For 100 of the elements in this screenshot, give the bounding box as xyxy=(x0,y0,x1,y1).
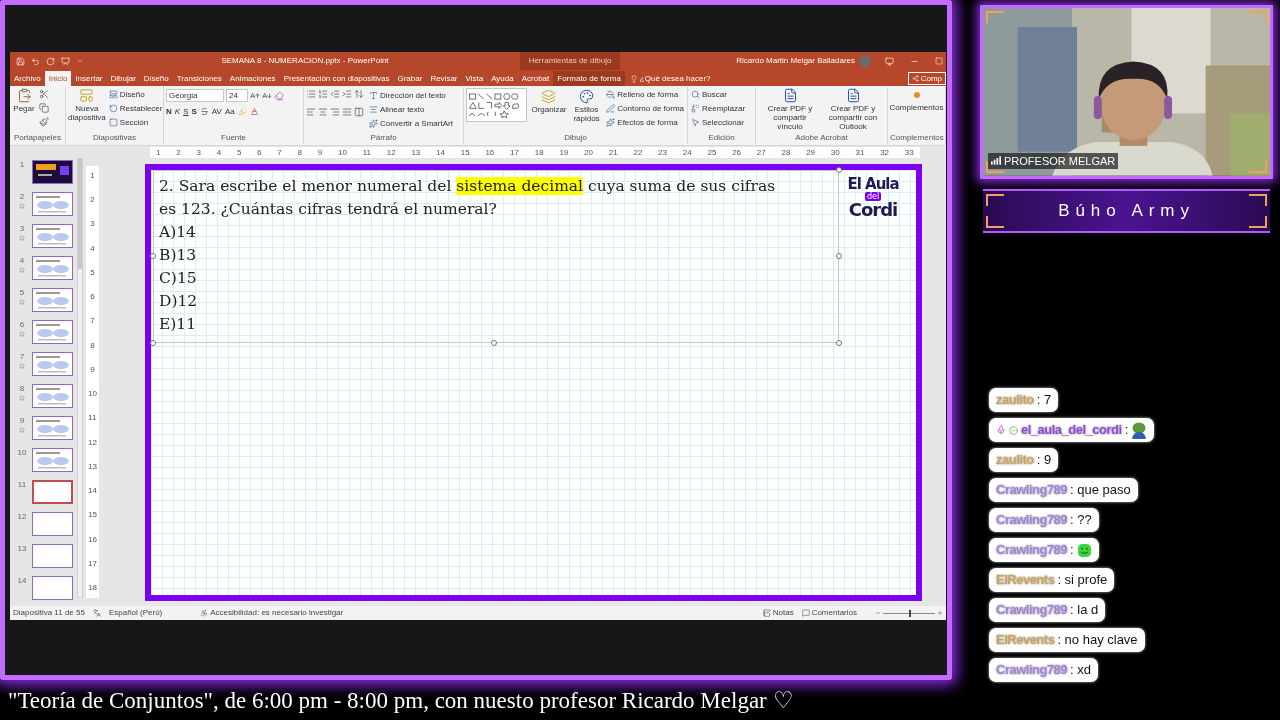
shapes-gallery[interactable] xyxy=(466,88,528,122)
slide-thumbnail[interactable] xyxy=(32,320,73,344)
slide-thumbnail[interactable] xyxy=(32,192,73,216)
slide-number: 13 xyxy=(17,545,27,553)
ribbon-tab[interactable]: Transiciones xyxy=(172,71,226,86)
ruler-number: 3 xyxy=(90,220,95,229)
ribbon-button[interactable]: Complementos xyxy=(889,87,944,112)
ruler-number: 15 xyxy=(88,511,97,520)
ribbon-tab[interactable]: Dibujar xyxy=(106,71,140,86)
text-box[interactable]: 2. Sara escribe el menor numeral del sistema decimal cuya suma de sus cifras es 123. ¿Cuántas cifras tendrá el numeral? A)14 B)13 C)15 D)12 E)11 xyxy=(153,170,839,343)
line-spacing-icon[interactable] xyxy=(354,89,364,99)
accessibility-button[interactable]: Accesibilidad: es necesario investigar xyxy=(200,607,344,619)
italic-button[interactable]: K xyxy=(174,107,181,116)
ribbon-tab[interactable]: Ayuda xyxy=(487,71,518,86)
resize-handle[interactable] xyxy=(836,253,842,259)
ribbon-tab[interactable]: Grabar xyxy=(393,71,427,86)
align-left-icon[interactable] xyxy=(306,107,316,117)
zoom-in-icon[interactable] xyxy=(937,610,943,616)
pen-icon xyxy=(606,104,616,113)
notes-button[interactable]: Notas xyxy=(762,607,794,619)
signal-icon xyxy=(991,156,1001,166)
copy-icon[interactable] xyxy=(39,103,49,113)
ribbon-button[interactable]: Seleccionar xyxy=(690,116,753,129)
columns-icon[interactable] xyxy=(354,107,364,117)
slide-thumbnail[interactable] xyxy=(32,416,73,440)
eraser-icon[interactable] xyxy=(274,90,284,101)
font-color-icon[interactable] xyxy=(249,107,259,116)
underline-button[interactable]: S xyxy=(183,107,189,116)
ribbon-tab[interactable]: Insertar xyxy=(71,71,107,86)
slide-thumbnail[interactable] xyxy=(32,512,73,536)
ribbon-tab[interactable]: Presentación con diapositivas xyxy=(279,71,394,86)
slide-thumbnail[interactable] xyxy=(32,352,73,376)
ribbon-button[interactable]: Contorno de forma xyxy=(605,102,685,115)
slide-thumbnail[interactable] xyxy=(32,256,73,280)
scissors-icon[interactable] xyxy=(39,89,49,99)
numbered-list-icon[interactable] xyxy=(318,89,328,99)
ribbon-button[interactable]: Nueva diapositiva xyxy=(68,87,106,129)
slide-thumbnail[interactable] xyxy=(32,544,73,568)
font-field[interactable]: Georgia xyxy=(166,89,224,102)
ribbon-button[interactable]: Pegar xyxy=(12,87,36,127)
ribbon-button[interactable]: Buscar xyxy=(690,88,753,101)
shadow-button[interactable]: S xyxy=(191,107,197,116)
ribbon-button[interactable]: Reemplazar xyxy=(690,102,753,115)
comments-button[interactable]: Comentarios xyxy=(801,607,857,619)
ribbon-tab[interactable]: Diseño xyxy=(139,71,173,86)
customize-icon[interactable] xyxy=(76,57,84,65)
ribbon-button[interactable]: Estilos rápidos xyxy=(570,88,603,129)
resize-handle[interactable] xyxy=(150,253,156,259)
ribbon-button[interactable]: Alinear texto xyxy=(368,103,454,116)
resize-handle[interactable] xyxy=(491,340,497,346)
size-field[interactable]: 24 xyxy=(226,89,248,102)
share-button[interactable]: Comp xyxy=(907,72,946,85)
ribbon-tab[interactable]: Revisar xyxy=(426,71,462,86)
ribbon-tab[interactable]: Formato de forma xyxy=(553,71,625,86)
slide-thumbnail[interactable] xyxy=(32,576,73,600)
ribbon-button[interactable]: Crear PDF y compartir vínculo xyxy=(760,87,820,131)
redo-icon[interactable] xyxy=(46,56,55,66)
resize-handle[interactable] xyxy=(836,167,842,173)
ribbon-button[interactable]: Diseño xyxy=(107,88,164,101)
spacing-button[interactable]: AV xyxy=(211,107,222,116)
strikethrough-icon[interactable] xyxy=(199,107,209,116)
paintbrush-icon[interactable] xyxy=(39,117,49,127)
ribbon-tab[interactable]: Inicio xyxy=(44,71,72,86)
align-right-icon[interactable] xyxy=(330,107,340,117)
grow-font-icon[interactable] xyxy=(250,90,260,101)
bullet-list-icon[interactable] xyxy=(306,89,316,99)
justify-icon[interactable] xyxy=(342,107,352,117)
ribbon-tab[interactable]: Vista xyxy=(461,71,488,86)
resize-handle[interactable] xyxy=(150,340,156,346)
bold-button[interactable]: N xyxy=(166,107,172,116)
slide-thumbnail[interactable] xyxy=(32,160,73,184)
ruler-number: 25 xyxy=(707,148,717,157)
shrink-font-icon[interactable] xyxy=(262,90,272,101)
slide-thumbnail[interactable] xyxy=(32,384,73,408)
indent-icon[interactable] xyxy=(342,89,352,99)
ribbon-button[interactable]: Restablecer xyxy=(107,102,164,115)
ribbon-tab[interactable]: Acrobat xyxy=(517,71,554,86)
ribbon-button[interactable]: Convertir a SmartArt xyxy=(368,117,454,130)
save-icon[interactable] xyxy=(16,56,25,66)
slideshow-icon[interactable] xyxy=(61,56,70,66)
align-center-icon[interactable] xyxy=(318,107,328,117)
ribbon-button[interactable]: Organizar xyxy=(530,88,568,129)
ribbon-button[interactable]: Relleno de forma xyxy=(605,88,685,101)
slide-thumbnail[interactable] xyxy=(32,448,73,472)
ribbon-button[interactable]: Sección xyxy=(107,116,164,129)
slide-thumbnail[interactable] xyxy=(32,224,73,248)
ribbon-button[interactable]: Efectos de forma xyxy=(605,116,685,129)
maximize-icon[interactable] xyxy=(935,57,943,65)
outdent-icon[interactable] xyxy=(330,89,340,99)
ribbon-options-icon[interactable] xyxy=(885,56,894,66)
slide-thumbnail[interactable] xyxy=(32,288,73,312)
tell-me-field[interactable]: ¿Qué desea hacer? xyxy=(624,71,716,86)
ribbon-button[interactable]: Dirección del texto xyxy=(368,89,454,102)
ribbon-button[interactable]: Crear PDF y compartir con Outlook xyxy=(823,87,883,131)
ribbon-tab[interactable]: Archivo xyxy=(10,71,45,86)
slide-thumbnail[interactable] xyxy=(32,480,73,504)
undo-icon[interactable] xyxy=(31,56,40,66)
case-button[interactable]: Aa xyxy=(224,107,235,116)
resize-handle[interactable] xyxy=(836,340,842,346)
ribbon-tab[interactable]: Animaciones xyxy=(225,71,280,86)
